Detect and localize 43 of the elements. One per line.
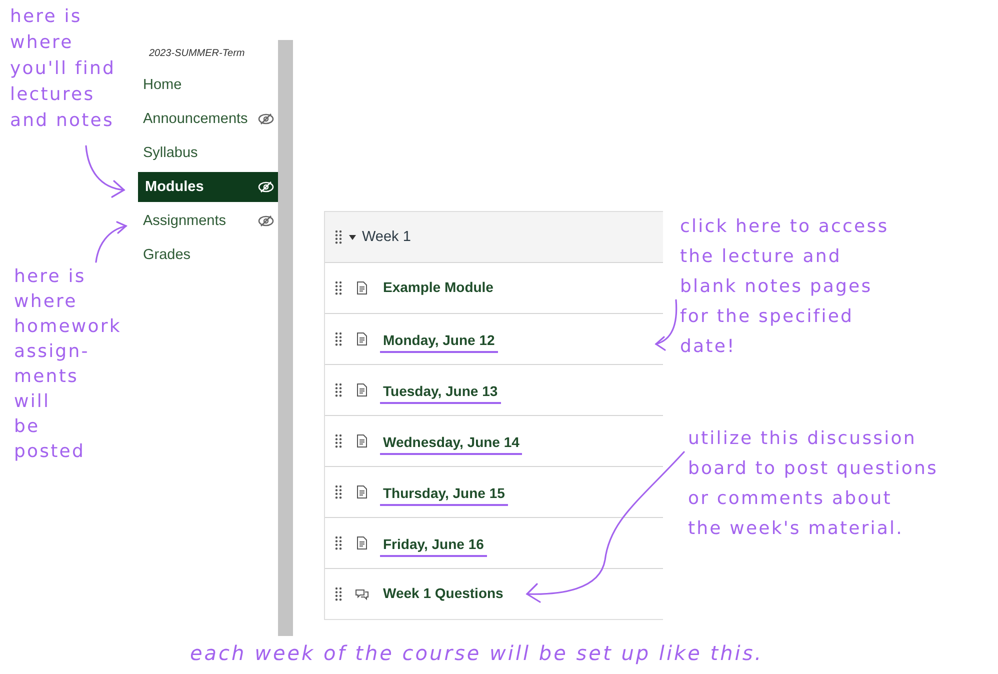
page-icon: [355, 434, 369, 448]
course-nav-link[interactable]: Announcements: [138, 104, 278, 134]
arrow: [95, 221, 128, 263]
course-nav-link[interactable]: Syllabus: [138, 138, 278, 168]
scrollbar[interactable]: [278, 40, 293, 636]
hidden-eye-icon: [258, 215, 274, 227]
handwritten-note: utilize this discussion board to post questions or comments about the week's material.: [688, 427, 938, 541]
module-item-link[interactable]: Thursday, June 15: [380, 484, 508, 506]
hidden-eye-icon: [258, 113, 274, 125]
handwritten-note: each week of the course will be set up like this.: [190, 640, 764, 667]
page-icon: [355, 332, 369, 346]
drag-handle-icon[interactable]: [335, 281, 343, 295]
discussion-icon: [355, 587, 369, 601]
page-icon: [355, 383, 369, 397]
course-nav-link[interactable]: Assignments: [138, 206, 278, 236]
course-nav-link[interactable]: Modules: [138, 172, 278, 202]
handwritten-note: click here to access the lecture and blank notes pages for the specified date!: [680, 215, 889, 359]
drag-handle-icon[interactable]: [335, 587, 343, 601]
drag-handle-icon[interactable]: [335, 434, 343, 448]
drag-handle-icon[interactable]: [335, 332, 343, 346]
course-nav-link[interactable]: Grades: [138, 240, 278, 270]
term-label: 2023-SUMMER-Term: [148, 47, 246, 61]
drag-handle-icon[interactable]: [335, 536, 343, 550]
module-item-link[interactable]: Tuesday, June 13: [380, 382, 501, 404]
drag-handle-icon[interactable]: [335, 485, 343, 499]
course-nav-link[interactable]: Home: [138, 70, 278, 100]
module-item-link[interactable]: Monday, June 12: [380, 332, 498, 352]
module-item-link[interactable]: Week 1 Questions: [383, 585, 504, 603]
caret-icon[interactable]: [349, 234, 356, 240]
module-item-link[interactable]: Example Module: [383, 279, 494, 297]
drag-handle-icon[interactable]: [335, 230, 343, 244]
handwritten-note: here is where you'll find lectures and notes: [10, 5, 116, 133]
hidden-eye-icon: [258, 181, 274, 193]
page-icon: [355, 485, 369, 499]
page-icon: [355, 536, 369, 550]
page-icon: [355, 281, 369, 295]
arrow: [85, 145, 126, 198]
drag-handle-icon[interactable]: [335, 383, 343, 397]
arrow: [654, 299, 678, 351]
module-title: Week 1: [362, 229, 411, 245]
module-item-link[interactable]: Wednesday, June 14: [380, 434, 522, 454]
module-item-link[interactable]: Friday, June 16: [380, 536, 487, 556]
handwritten-note: here is where homework assign- ments will be posted: [14, 265, 122, 464]
